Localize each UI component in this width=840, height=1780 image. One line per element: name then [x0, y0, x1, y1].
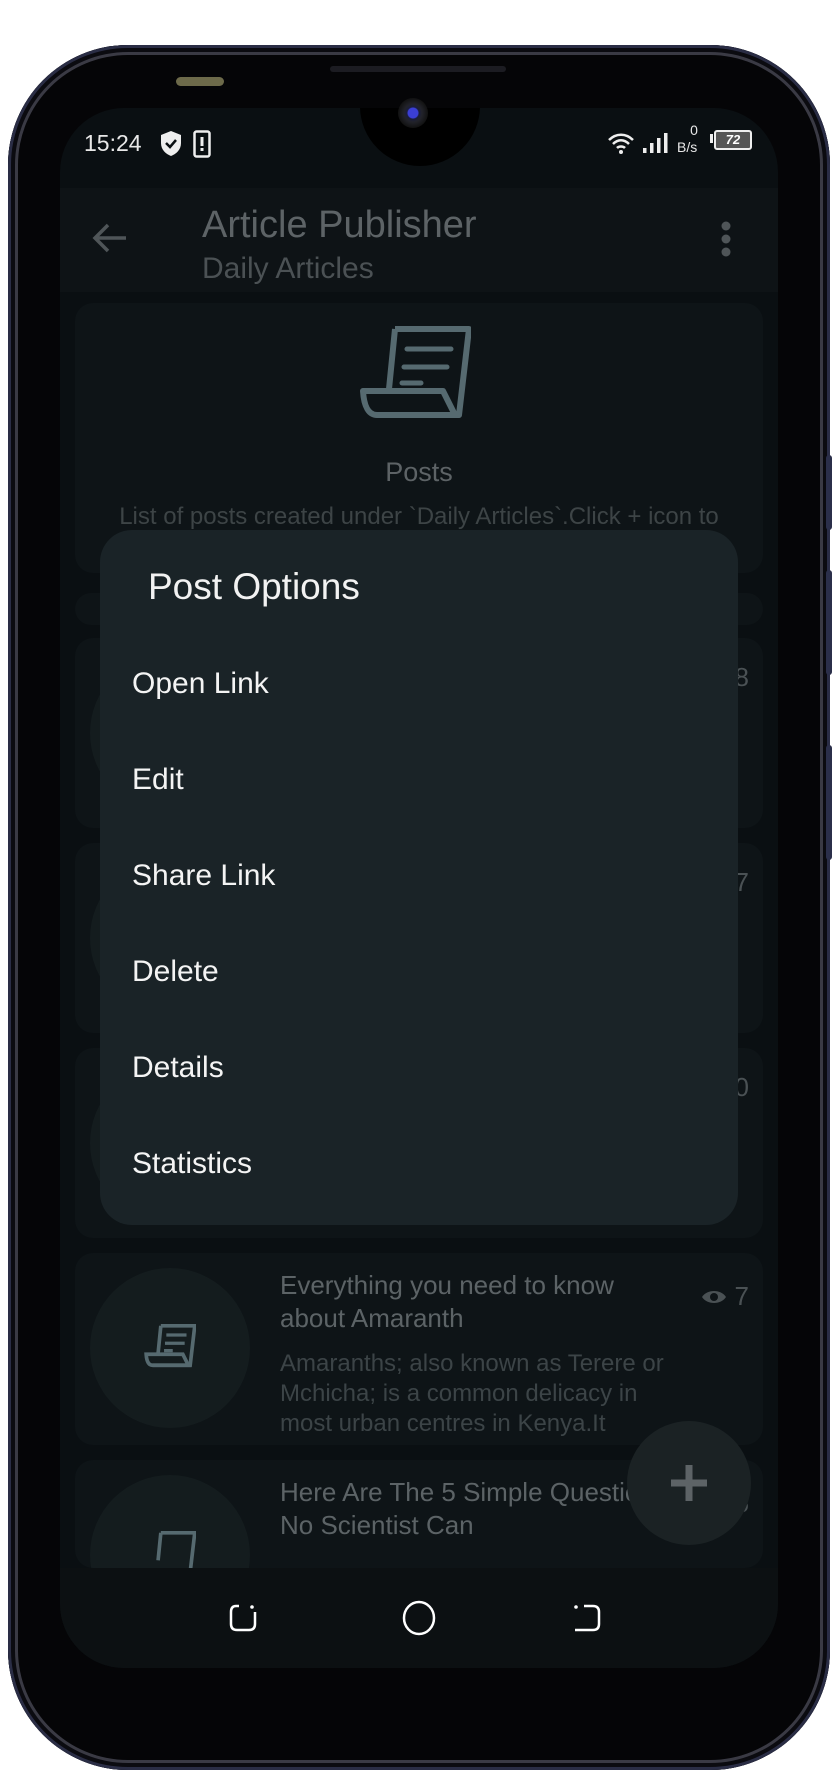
volume-down-button: [826, 570, 832, 675]
more-vert-icon[interactable]: [720, 220, 732, 258]
menu-item-share-link[interactable]: Share Link: [132, 834, 712, 918]
post-title: Here Are The 5 Simple Questions No Scien…: [280, 1477, 667, 1540]
front-camera: [398, 98, 428, 128]
menu-item-delete[interactable]: Delete: [132, 930, 712, 1014]
post-card[interactable]: Everything you need to know about Amaran…: [75, 1253, 763, 1445]
scroll-document-icon: [156, 1531, 196, 1568]
shield-check-icon: [161, 131, 181, 156]
wifi-icon: [608, 133, 634, 154]
post-title: Everything you need to know about Amaran…: [280, 1270, 614, 1333]
post-avatar: [90, 1475, 250, 1568]
app-title: Article Publisher: [202, 204, 477, 246]
posts-header-title: Posts: [385, 457, 453, 487]
post-description: Amaranths; also known as Terere or Mchic…: [280, 1350, 664, 1437]
add-post-button[interactable]: [627, 1421, 751, 1545]
eye-icon: [701, 1290, 726, 1303]
post-views-count: 7: [734, 1281, 749, 1311]
menu-item-edit[interactable]: Edit: [132, 738, 712, 822]
posts-header-description: List of posts created under `Daily Artic…: [119, 503, 719, 530]
net-speed-unit: B/s: [677, 139, 698, 155]
back-icon[interactable]: [572, 1603, 602, 1633]
volume-up-button: [826, 455, 832, 530]
earpiece-speaker: [330, 66, 506, 72]
power-button: [826, 745, 832, 860]
signal-icon: [643, 133, 668, 153]
home-icon[interactable]: [402, 1600, 436, 1636]
menu-item-statistics[interactable]: Statistics: [132, 1122, 712, 1206]
post-options-dialog: Post Options Open Link Edit Share Link D…: [100, 530, 738, 1225]
scroll-document-icon: [360, 326, 471, 418]
screen: 15:24 0 B/s 72 Article Publisher Daily A…: [60, 108, 778, 1668]
plus-icon: [671, 1465, 707, 1501]
post-views: 7: [701, 1281, 749, 1312]
net-speed-value: 0: [690, 122, 698, 138]
device-alert-icon: [193, 130, 211, 158]
post-avatar: [90, 1268, 250, 1428]
proximity-sensor: [176, 77, 224, 86]
status-time: 15:24: [84, 130, 142, 156]
system-nav-bar: [60, 1568, 778, 1668]
dialog-title: Post Options: [148, 566, 360, 607]
recents-icon[interactable]: [228, 1603, 258, 1633]
battery-cap: [710, 134, 713, 143]
app-bar: Article Publisher Daily Articles: [60, 188, 778, 292]
scroll-document-icon: [144, 1324, 196, 1368]
menu-item-open-link[interactable]: Open Link: [132, 642, 712, 726]
arrow-left-icon[interactable]: [90, 218, 130, 258]
app-subtitle: Daily Articles: [202, 252, 374, 285]
battery-icon: 72: [714, 130, 752, 150]
menu-item-details[interactable]: Details: [132, 1026, 712, 1110]
